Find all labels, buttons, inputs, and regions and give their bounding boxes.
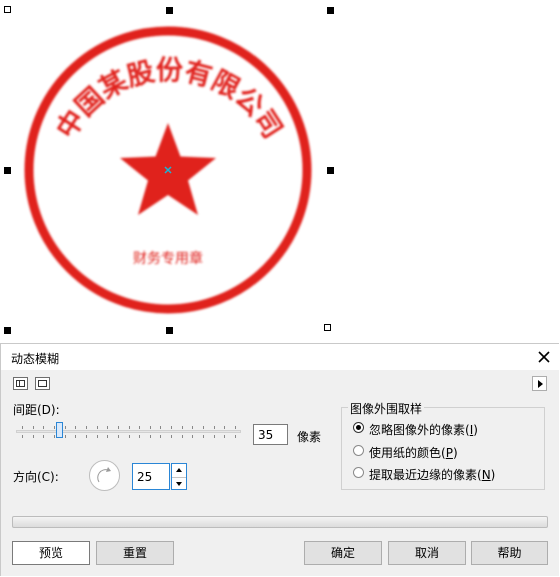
ok-button[interactable]: 确定 bbox=[304, 541, 382, 565]
direction-dial-icon[interactable] bbox=[88, 459, 121, 492]
group-title: 图像外围取样 bbox=[348, 400, 425, 417]
slider-tick bbox=[149, 435, 151, 438]
slider-tick bbox=[53, 426, 55, 429]
play-arrow-icon bbox=[538, 380, 543, 388]
slider-tick bbox=[171, 426, 173, 429]
slider-tick bbox=[107, 435, 109, 438]
flyout-arrow-button[interactable] bbox=[532, 376, 547, 391]
help-button[interactable]: 帮助 bbox=[471, 541, 548, 565]
selection-handle-top-right[interactable] bbox=[327, 7, 334, 14]
slider-tick bbox=[64, 426, 66, 429]
slider-tick bbox=[224, 426, 226, 429]
spacing-slider-thumb[interactable] bbox=[56, 422, 64, 438]
direction-spinner[interactable] bbox=[171, 463, 187, 490]
split-preview-icon[interactable] bbox=[13, 377, 28, 390]
motion-blur-dialog: 动态模糊 间距(D): 35 像素 方向(C): 25 图像外围取样 忽略图像外… bbox=[0, 343, 560, 576]
slider-tick bbox=[53, 435, 55, 438]
preview-button[interactable]: 预览 bbox=[12, 541, 90, 565]
slider-tick bbox=[181, 426, 183, 429]
spacing-unit: 像素 bbox=[297, 430, 322, 444]
slider-tick bbox=[75, 435, 77, 438]
slider-tick bbox=[139, 426, 141, 429]
slider-tick bbox=[213, 435, 215, 438]
spin-up-button[interactable] bbox=[172, 464, 186, 476]
slider-tick bbox=[32, 435, 34, 438]
reset-button[interactable]: 重置 bbox=[96, 541, 174, 565]
slider-tick bbox=[107, 426, 109, 429]
selection-handle-top[interactable] bbox=[166, 7, 173, 14]
seal-bottom-text: 财务专用章 bbox=[133, 250, 203, 267]
dialog-title-bar[interactable]: 动态模糊 bbox=[1, 344, 560, 370]
spacing-input[interactable]: 35 bbox=[253, 424, 288, 445]
slider-tick bbox=[96, 426, 98, 429]
spacing-slider[interactable] bbox=[16, 422, 241, 444]
seal-stamp-image[interactable]: 中国某股份有限公司 财务专用章 bbox=[16, 18, 320, 322]
close-icon[interactable] bbox=[534, 347, 554, 367]
slider-tick bbox=[117, 426, 119, 429]
slider-tick bbox=[128, 435, 130, 438]
slider-tick bbox=[149, 426, 151, 429]
chevron-down-icon bbox=[176, 482, 182, 486]
slider-tick bbox=[22, 426, 23, 429]
slider-tick bbox=[22, 435, 23, 438]
slider-tick bbox=[235, 435, 236, 438]
slider-tick bbox=[203, 435, 205, 438]
dialog-title: 动态模糊 bbox=[11, 352, 60, 366]
slider-tick bbox=[117, 435, 119, 438]
slider-tick bbox=[235, 426, 236, 429]
cancel-button[interactable]: 取消 bbox=[388, 541, 466, 565]
selection-handle-right[interactable] bbox=[327, 167, 334, 174]
slider-tick bbox=[181, 435, 183, 438]
spacing-label: 间距(D): bbox=[13, 403, 60, 417]
selection-handle-left[interactable] bbox=[4, 167, 11, 174]
slider-tick bbox=[160, 435, 162, 438]
slider-tick bbox=[192, 426, 194, 429]
slider-tick bbox=[43, 426, 45, 429]
single-preview-icon[interactable] bbox=[35, 377, 50, 390]
radio-button[interactable] bbox=[353, 467, 364, 478]
drawing-canvas[interactable]: 中国某股份有限公司 财务专用章 bbox=[0, 0, 560, 343]
slider-tick bbox=[224, 435, 226, 438]
progress-bar bbox=[12, 516, 548, 528]
slider-tick bbox=[139, 435, 141, 438]
slider-tick bbox=[32, 426, 34, 429]
selection-handle-bottom-right[interactable] bbox=[324, 324, 331, 331]
slider-tick bbox=[203, 426, 205, 429]
slider-tick bbox=[85, 435, 87, 438]
slider-tick bbox=[213, 426, 215, 429]
direction-input[interactable]: 25 bbox=[132, 463, 170, 490]
slider-tick bbox=[85, 426, 87, 429]
chevron-up-icon bbox=[176, 468, 182, 472]
slider-tick bbox=[64, 435, 66, 438]
radio-button[interactable] bbox=[353, 422, 364, 433]
spin-down-button[interactable] bbox=[172, 477, 186, 490]
slider-tick bbox=[43, 435, 45, 438]
slider-tick bbox=[160, 426, 162, 429]
selection-handle-top-left[interactable] bbox=[4, 6, 11, 13]
slider-tick bbox=[75, 426, 77, 429]
slider-tick bbox=[192, 435, 194, 438]
slider-tick bbox=[128, 426, 130, 429]
slider-tick bbox=[96, 435, 98, 438]
selection-handle-bottom[interactable] bbox=[166, 327, 173, 334]
selection-handle-bottom-left[interactable] bbox=[4, 327, 11, 334]
radio-button[interactable] bbox=[353, 445, 364, 456]
direction-label: 方向(C): bbox=[13, 470, 59, 484]
slider-tick bbox=[171, 435, 173, 438]
